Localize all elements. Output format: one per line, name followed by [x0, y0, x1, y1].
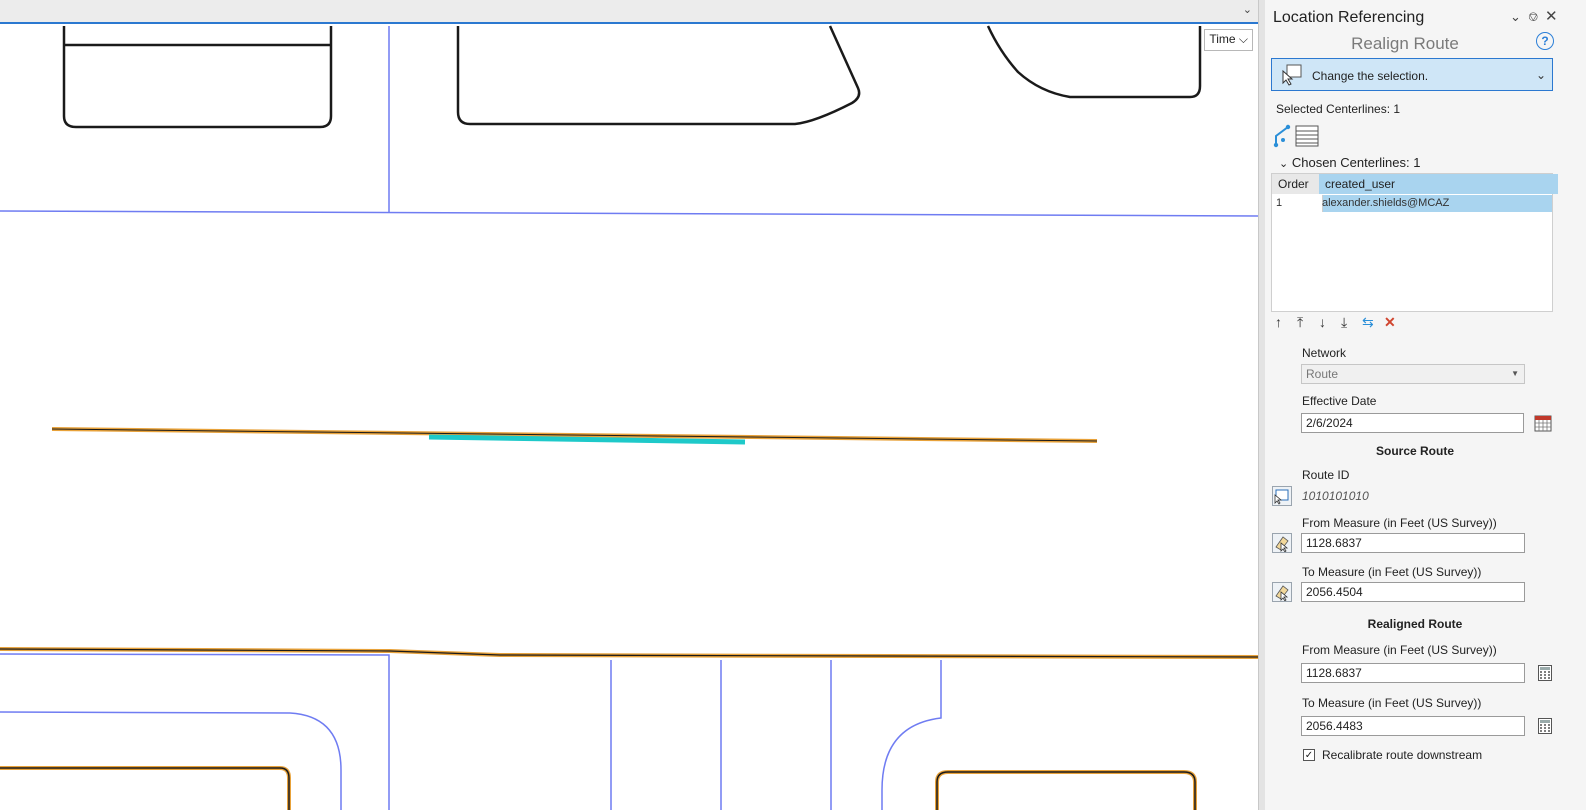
move-up-icon[interactable]: ↑ [1275, 314, 1282, 330]
recalibrate-label: Recalibrate route downstream [1322, 748, 1483, 762]
move-down-icon[interactable]: ↓ [1319, 314, 1326, 330]
chevron-down-icon: ⌄ [1535, 68, 1546, 82]
pick-route-button[interactable] [1272, 486, 1292, 506]
table-cell-order: 1 [1272, 195, 1323, 212]
pane-title: Location Referencing [1273, 9, 1425, 26]
time-label: Time [1209, 32, 1236, 46]
chevron-down-icon[interactable]: ⌄ [1243, 3, 1252, 16]
selection-dropdown[interactable]: Change the selection. ⌄ [1271, 58, 1553, 91]
map-tab-bar: ⌄ [0, 0, 1258, 24]
realigned-to-measure-input[interactable]: 2056.4483 [1301, 716, 1525, 736]
realigned-route-heading: Realigned Route [1367, 617, 1463, 631]
chevron-down-icon: ⌄ [1279, 158, 1289, 170]
pick-measure-icon [1275, 536, 1289, 553]
calculator-icon[interactable] [1538, 718, 1552, 734]
network-select-icon[interactable] [1273, 124, 1293, 148]
table-icon[interactable] [1295, 125, 1319, 147]
pick-from-measure-button[interactable] [1272, 533, 1292, 553]
table-header-created-user[interactable]: created_user [1319, 174, 1558, 194]
map-canvas[interactable] [0, 0, 1258, 810]
effective-date-label: Effective Date [1302, 394, 1377, 408]
selected-centerlines-label: Selected Centerlines: 1 [1276, 102, 1401, 116]
network-label: Network [1302, 346, 1347, 360]
parcel-outlines [62, 25, 1202, 129]
map-view[interactable]: ⌄ Time ⌵ [0, 0, 1258, 810]
parcel-2 [456, 25, 861, 126]
realigned-from-measure-input[interactable]: 1128.6837 [1301, 663, 1525, 683]
pick-route-icon [1274, 489, 1289, 505]
recalibrate-checkbox[interactable]: ✓ [1303, 749, 1315, 761]
chosen-centerlines-header[interactable]: ⌄ Chosen Centerlines: 1 [1279, 155, 1420, 170]
help-icon[interactable]: ? [1536, 32, 1554, 50]
lower-parcels [0, 766, 1197, 810]
calculator-icon[interactable] [1538, 665, 1552, 681]
location-referencing-pane: Location Referencing ⌄ ⎊ ✕ Realign Route… [1265, 0, 1586, 810]
parcel-1 [62, 26, 333, 129]
network-select-value: Route [1306, 367, 1339, 381]
source-route-heading: Source Route [1375, 444, 1454, 458]
source-from-measure-input[interactable]: 1128.6837 [1301, 533, 1525, 553]
time-slider-button[interactable]: Time ⌵ [1204, 29, 1253, 51]
chosen-centerlines-table[interactable]: Order created_user 1 alexander.shields@M… [1271, 173, 1558, 312]
chevron-down-icon: ⌵ [1238, 32, 1248, 46]
pick-measure-icon [1275, 585, 1289, 602]
source-to-measure-label: To Measure (in Feet (US Survey)) [1302, 565, 1482, 579]
select-arrow-icon [1282, 64, 1302, 86]
move-to-top-icon[interactable]: ⤒ [1297, 314, 1303, 331]
close-icon[interactable]: ✕ [1545, 7, 1558, 25]
source-to-measure-input[interactable]: 2056.4504 [1301, 582, 1525, 602]
effective-date-input[interactable]: 2/6/2024 [1301, 413, 1524, 433]
route-id-label: Route ID [1302, 468, 1350, 482]
realigned-from-measure-label: From Measure (in Feet (US Survey)) [1302, 643, 1497, 657]
table-cell-created-user: alexander.shields@MCAZ [1322, 197, 1450, 209]
selection-dropdown-label: Change the selection. [1312, 69, 1429, 83]
remove-icon[interactable]: ✕ [1384, 314, 1396, 331]
realigned-to-measure-label: To Measure (in Feet (US Survey)) [1302, 696, 1482, 710]
route-centerlines[interactable] [0, 427, 1258, 659]
tool-title: Realign Route [1351, 34, 1459, 53]
pane-options-icon[interactable]: ⌄ [1510, 9, 1521, 25]
street-edges [0, 26, 1258, 810]
pane-splitter[interactable] [1258, 0, 1265, 810]
pin-icon[interactable]: ⎊ [1528, 9, 1538, 25]
network-select: Route ▼ [1301, 364, 1525, 384]
table-header-order[interactable]: Order [1272, 174, 1325, 194]
source-from-measure-label: From Measure (in Feet (US Survey)) [1302, 516, 1497, 530]
move-to-bottom-icon[interactable]: ⤓ [1341, 314, 1347, 331]
calendar-icon[interactable] [1534, 414, 1552, 432]
pick-to-measure-button[interactable] [1272, 582, 1292, 602]
reverse-icon[interactable]: ⇆ [1362, 314, 1374, 331]
dropdown-arrow-icon: ▼ [1511, 369, 1519, 378]
chosen-centerlines-label: Chosen Centerlines: 1 [1291, 155, 1421, 170]
route-id-value: 1010101010 [1302, 489, 1369, 503]
parcel-3 [986, 25, 1202, 99]
